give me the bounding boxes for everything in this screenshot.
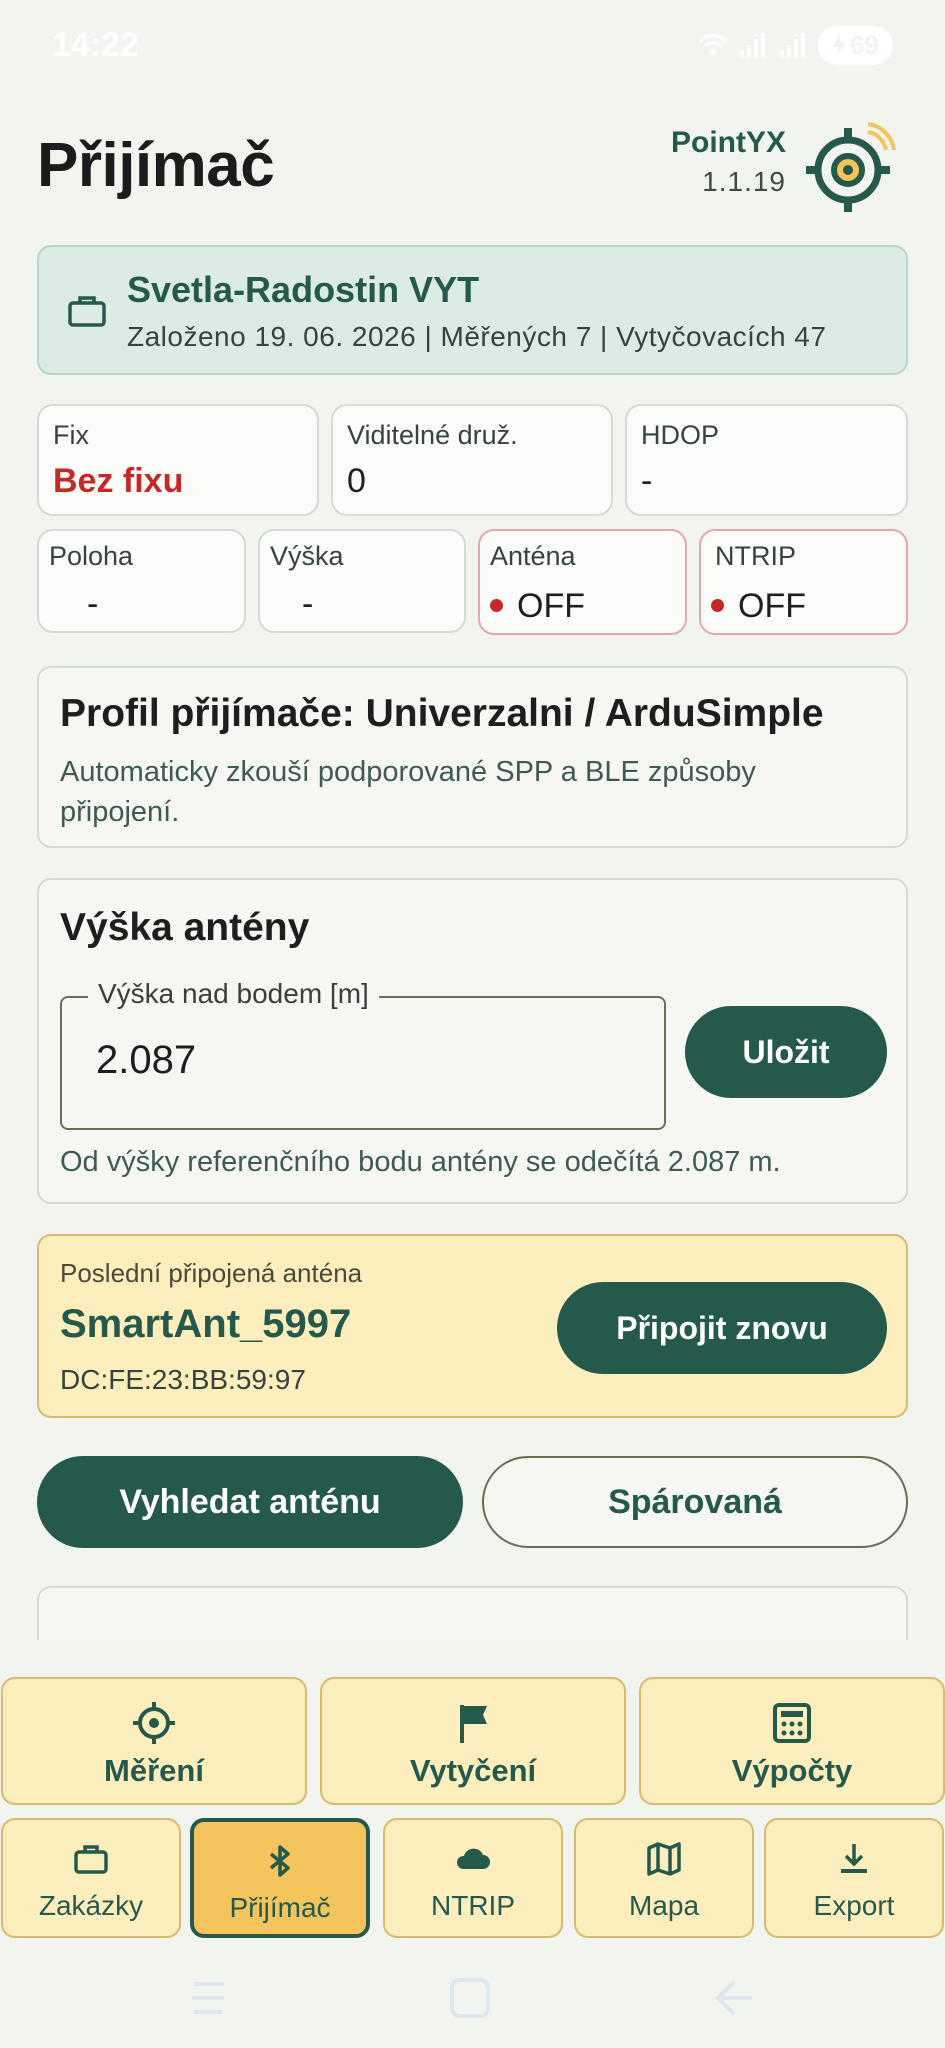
nav-stakeout-label: Vytyčení [409, 1753, 537, 1788]
download-icon [841, 1844, 867, 1873]
last-antenna-card: Poslední připojená anténa SmartAnt_5997 … [37, 1234, 908, 1418]
nav-measurement[interactable]: Měření [1, 1677, 307, 1805]
profile-title: Profil přijímače: Univerzalni / ArduSimp… [60, 692, 824, 735]
status-dot-icon [711, 598, 724, 612]
search-antenna-button[interactable]: Vyhledat anténu [37, 1456, 463, 1548]
receiver-profile-card[interactable]: Profil přijímače: Univerzalni / ArduSimp… [37, 666, 908, 848]
last-antenna-label: Poslední připojená anténa [60, 1258, 363, 1288]
antenna-status-tile[interactable]: Anténa OFF [478, 529, 687, 635]
battery-indicator: 69 [818, 25, 893, 65]
page-title: Přijímač [37, 131, 275, 200]
content-divider [0, 1640, 945, 1680]
status-icons: 69 [698, 25, 893, 65]
recent-apps-icon[interactable] [184, 1974, 232, 2022]
nav-jobs[interactable]: Zakázky [1, 1818, 181, 1938]
home-icon[interactable] [446, 1974, 494, 2022]
status-time: 14:22 [52, 25, 139, 64]
antenna-height-card: Výška antény Výška nad bodem [m] Uložit … [37, 878, 908, 1204]
antenna-height-note: Od výšky referenčního bodu antény se ode… [60, 1146, 781, 1178]
last-antenna-name: SmartAnt_5997 [60, 1302, 352, 1346]
antenna-status-value: OFF [490, 587, 585, 626]
antenna-height-title: Výška antény [60, 906, 310, 949]
signal-icon [780, 33, 806, 58]
project-card[interactable]: Svetla-Radostin VYT Založeno 19. 06. 202… [37, 245, 908, 375]
app-logo-icon [806, 122, 896, 212]
antenna-height-field-label: Výška nad bodem [m] [88, 978, 379, 1010]
map-icon [647, 1842, 681, 1876]
ntrip-status-value: OFF [711, 587, 806, 626]
status-dot-icon [490, 598, 503, 612]
calculator-icon [773, 1703, 811, 1743]
app-version: 1.1.19 [702, 166, 786, 197]
signal-icon [740, 33, 766, 58]
status-bar: 14:22 69 [0, 0, 945, 90]
project-name: Svetla-Radostin VYT [127, 269, 480, 310]
nav-calculations-label: Výpočty [731, 1753, 853, 1788]
cloud-icon [456, 1848, 490, 1869]
crosshair-icon [133, 1702, 175, 1744]
nav-receiver-label: Přijímač [229, 1892, 331, 1923]
profile-description: Automaticky zkouší podporované SPP a BLE… [60, 756, 756, 828]
fix-value: Bez fixu [53, 462, 184, 500]
wifi-icon [699, 34, 728, 55]
battery-level: 69 [850, 29, 879, 60]
project-meta: Založeno 19. 06. 2026 | Měřených 7 | Vyt… [127, 321, 827, 352]
nav-measurement-label: Měření [104, 1753, 204, 1788]
nav-stakeout[interactable]: Vytyčení [320, 1677, 626, 1805]
save-button[interactable]: Uložit [685, 1006, 887, 1098]
nav-receiver[interactable]: Přijímač [190, 1818, 370, 1938]
nav-export-label: Export [813, 1890, 895, 1921]
hdop-label: HDOP [641, 420, 720, 450]
height-value: - [302, 585, 314, 623]
nav-ntrip-label: NTRIP [431, 1890, 515, 1921]
position-label: Poloha [49, 541, 134, 571]
satellites-value: 0 [347, 462, 366, 500]
nav-map-label: Mapa [628, 1890, 700, 1921]
header: Přijímač PointYX 1.1.19 [37, 118, 908, 218]
reconnect-button[interactable]: Připojit znovu [557, 1282, 887, 1374]
fix-label: Fix [53, 420, 89, 450]
height-label: Výška [270, 541, 344, 571]
height-tile: Výška - [258, 529, 466, 633]
antenna-height-input[interactable] [96, 1038, 596, 1083]
satellites-tile: Viditelné druž. 0 [331, 404, 613, 516]
antenna-status-label: Anténa [490, 541, 576, 571]
paired-devices-button[interactable]: Spárovaná [482, 1456, 908, 1548]
bluetooth-icon [269, 1845, 290, 1877]
position-tile: Poloha - [37, 529, 246, 633]
nav-calculations[interactable]: Výpočty [639, 1677, 945, 1805]
hdop-tile: HDOP - [625, 404, 908, 516]
position-value: - [87, 585, 99, 623]
ntrip-status-tile[interactable]: NTRIP OFF [699, 529, 908, 635]
back-icon[interactable] [710, 1974, 758, 2022]
nav-jobs-label: Zakázky [38, 1890, 144, 1921]
app-name: PointYX [670, 126, 786, 159]
briefcase-icon [74, 1845, 108, 1874]
nav-export[interactable]: Export [764, 1818, 944, 1938]
system-navigation-bar [0, 1950, 945, 2048]
antenna-height-field[interactable]: Výška nad bodem [m] [60, 978, 666, 1130]
flag-icon [460, 1705, 487, 1743]
hdop-value: - [641, 462, 653, 500]
briefcase-icon [68, 296, 106, 327]
antenna-status-text: OFF [517, 587, 585, 625]
ntrip-status-label: NTRIP [715, 541, 796, 571]
last-antenna-mac: DC:FE:23:BB:59:97 [60, 1364, 306, 1395]
ntrip-status-text: OFF [738, 587, 806, 625]
fix-tile: Fix Bez fixu [37, 404, 319, 516]
satellites-label: Viditelné druž. [347, 420, 518, 450]
nav-ntrip[interactable]: NTRIP [383, 1818, 563, 1938]
charging-icon [832, 34, 847, 56]
nav-map[interactable]: Mapa [574, 1818, 754, 1938]
